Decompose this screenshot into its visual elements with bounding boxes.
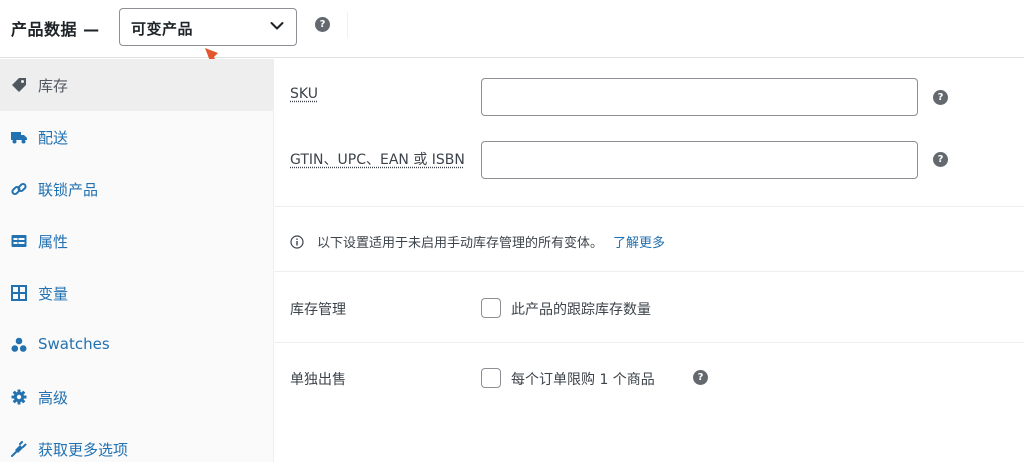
learn-more-link[interactable]: 了解更多 (613, 232, 665, 251)
tab-get-more-options-label: 获取更多选项 (38, 439, 128, 460)
tab-attributes[interactable]: 属性 (0, 215, 273, 267)
gtin-help-icon[interactable]: ? (933, 152, 948, 167)
tab-get-more-options[interactable]: 获取更多选项 (0, 423, 273, 462)
sku-input[interactable] (481, 78, 918, 116)
tag-icon (11, 77, 27, 93)
section-divider (275, 271, 1024, 272)
plugin-icon (11, 441, 27, 457)
product-data-tabs: 库存 配送 联锁产品 属性 变量 Swatches 高级 获取更多选项 (0, 59, 274, 462)
notice-text: 以下设置适用于未启用手动库存管理的所有变体。 (317, 232, 603, 251)
stock-management-checkbox-label: 此产品的跟踪库存数量 (511, 299, 651, 319)
sku-help-icon[interactable]: ? (933, 90, 948, 105)
list-card-icon (11, 233, 27, 249)
sold-individually-help-icon[interactable]: ? (693, 370, 708, 385)
stock-management-label: 库存管理 (290, 299, 346, 319)
tab-variations-label: 变量 (38, 283, 68, 304)
tab-inventory-label: 库存 (38, 75, 68, 96)
product-data-header: 产品数据 — 可变产品 ? (0, 0, 1024, 58)
product-data-title: 产品数据 — (11, 16, 100, 40)
link-icon (11, 181, 27, 197)
tab-advanced-label: 高级 (38, 387, 68, 408)
tab-inventory[interactable]: 库存 (0, 59, 273, 111)
inventory-panel: SKU ? GTIN、UPC、EAN 或 ISBN ? 以下设置适用于未启用手动… (275, 59, 1024, 462)
gtin-label: GTIN、UPC、EAN 或 ISBN (290, 149, 465, 169)
tab-variations[interactable]: 变量 (0, 267, 273, 319)
swatches-icon (11, 337, 27, 353)
help-icon[interactable]: ? (315, 17, 330, 32)
gtin-input[interactable] (481, 141, 918, 179)
tab-linked-products[interactable]: 联锁产品 (0, 163, 273, 215)
sold-individually-checkbox-label: 每个订单限购 1 个商品 (511, 369, 655, 389)
truck-icon (11, 129, 27, 145)
tab-attributes-label: 属性 (38, 231, 68, 252)
gear-icon (11, 389, 27, 405)
section-divider (275, 342, 1024, 343)
tab-shipping-label: 配送 (38, 127, 68, 148)
section-divider (275, 206, 1024, 207)
tab-shipping[interactable]: 配送 (0, 111, 273, 163)
tab-linked-products-label: 联锁产品 (38, 179, 98, 200)
tab-swatches[interactable]: Swatches (0, 319, 273, 371)
stock-management-checkbox[interactable] (481, 298, 501, 318)
tab-swatches-label: Swatches (38, 335, 110, 353)
product-type-value: 可变产品 (131, 18, 193, 39)
sku-label: SKU (290, 86, 318, 102)
chevron-down-icon (270, 21, 284, 31)
variation-notice: 以下设置适用于未启用手动库存管理的所有变体。 了解更多 (290, 232, 665, 251)
sold-individually-label: 单独出售 (290, 369, 346, 389)
header-divider (347, 12, 348, 38)
info-icon (290, 235, 304, 249)
grid-icon (11, 285, 27, 301)
tab-advanced[interactable]: 高级 (0, 371, 273, 423)
sold-individually-checkbox[interactable] (481, 368, 501, 388)
